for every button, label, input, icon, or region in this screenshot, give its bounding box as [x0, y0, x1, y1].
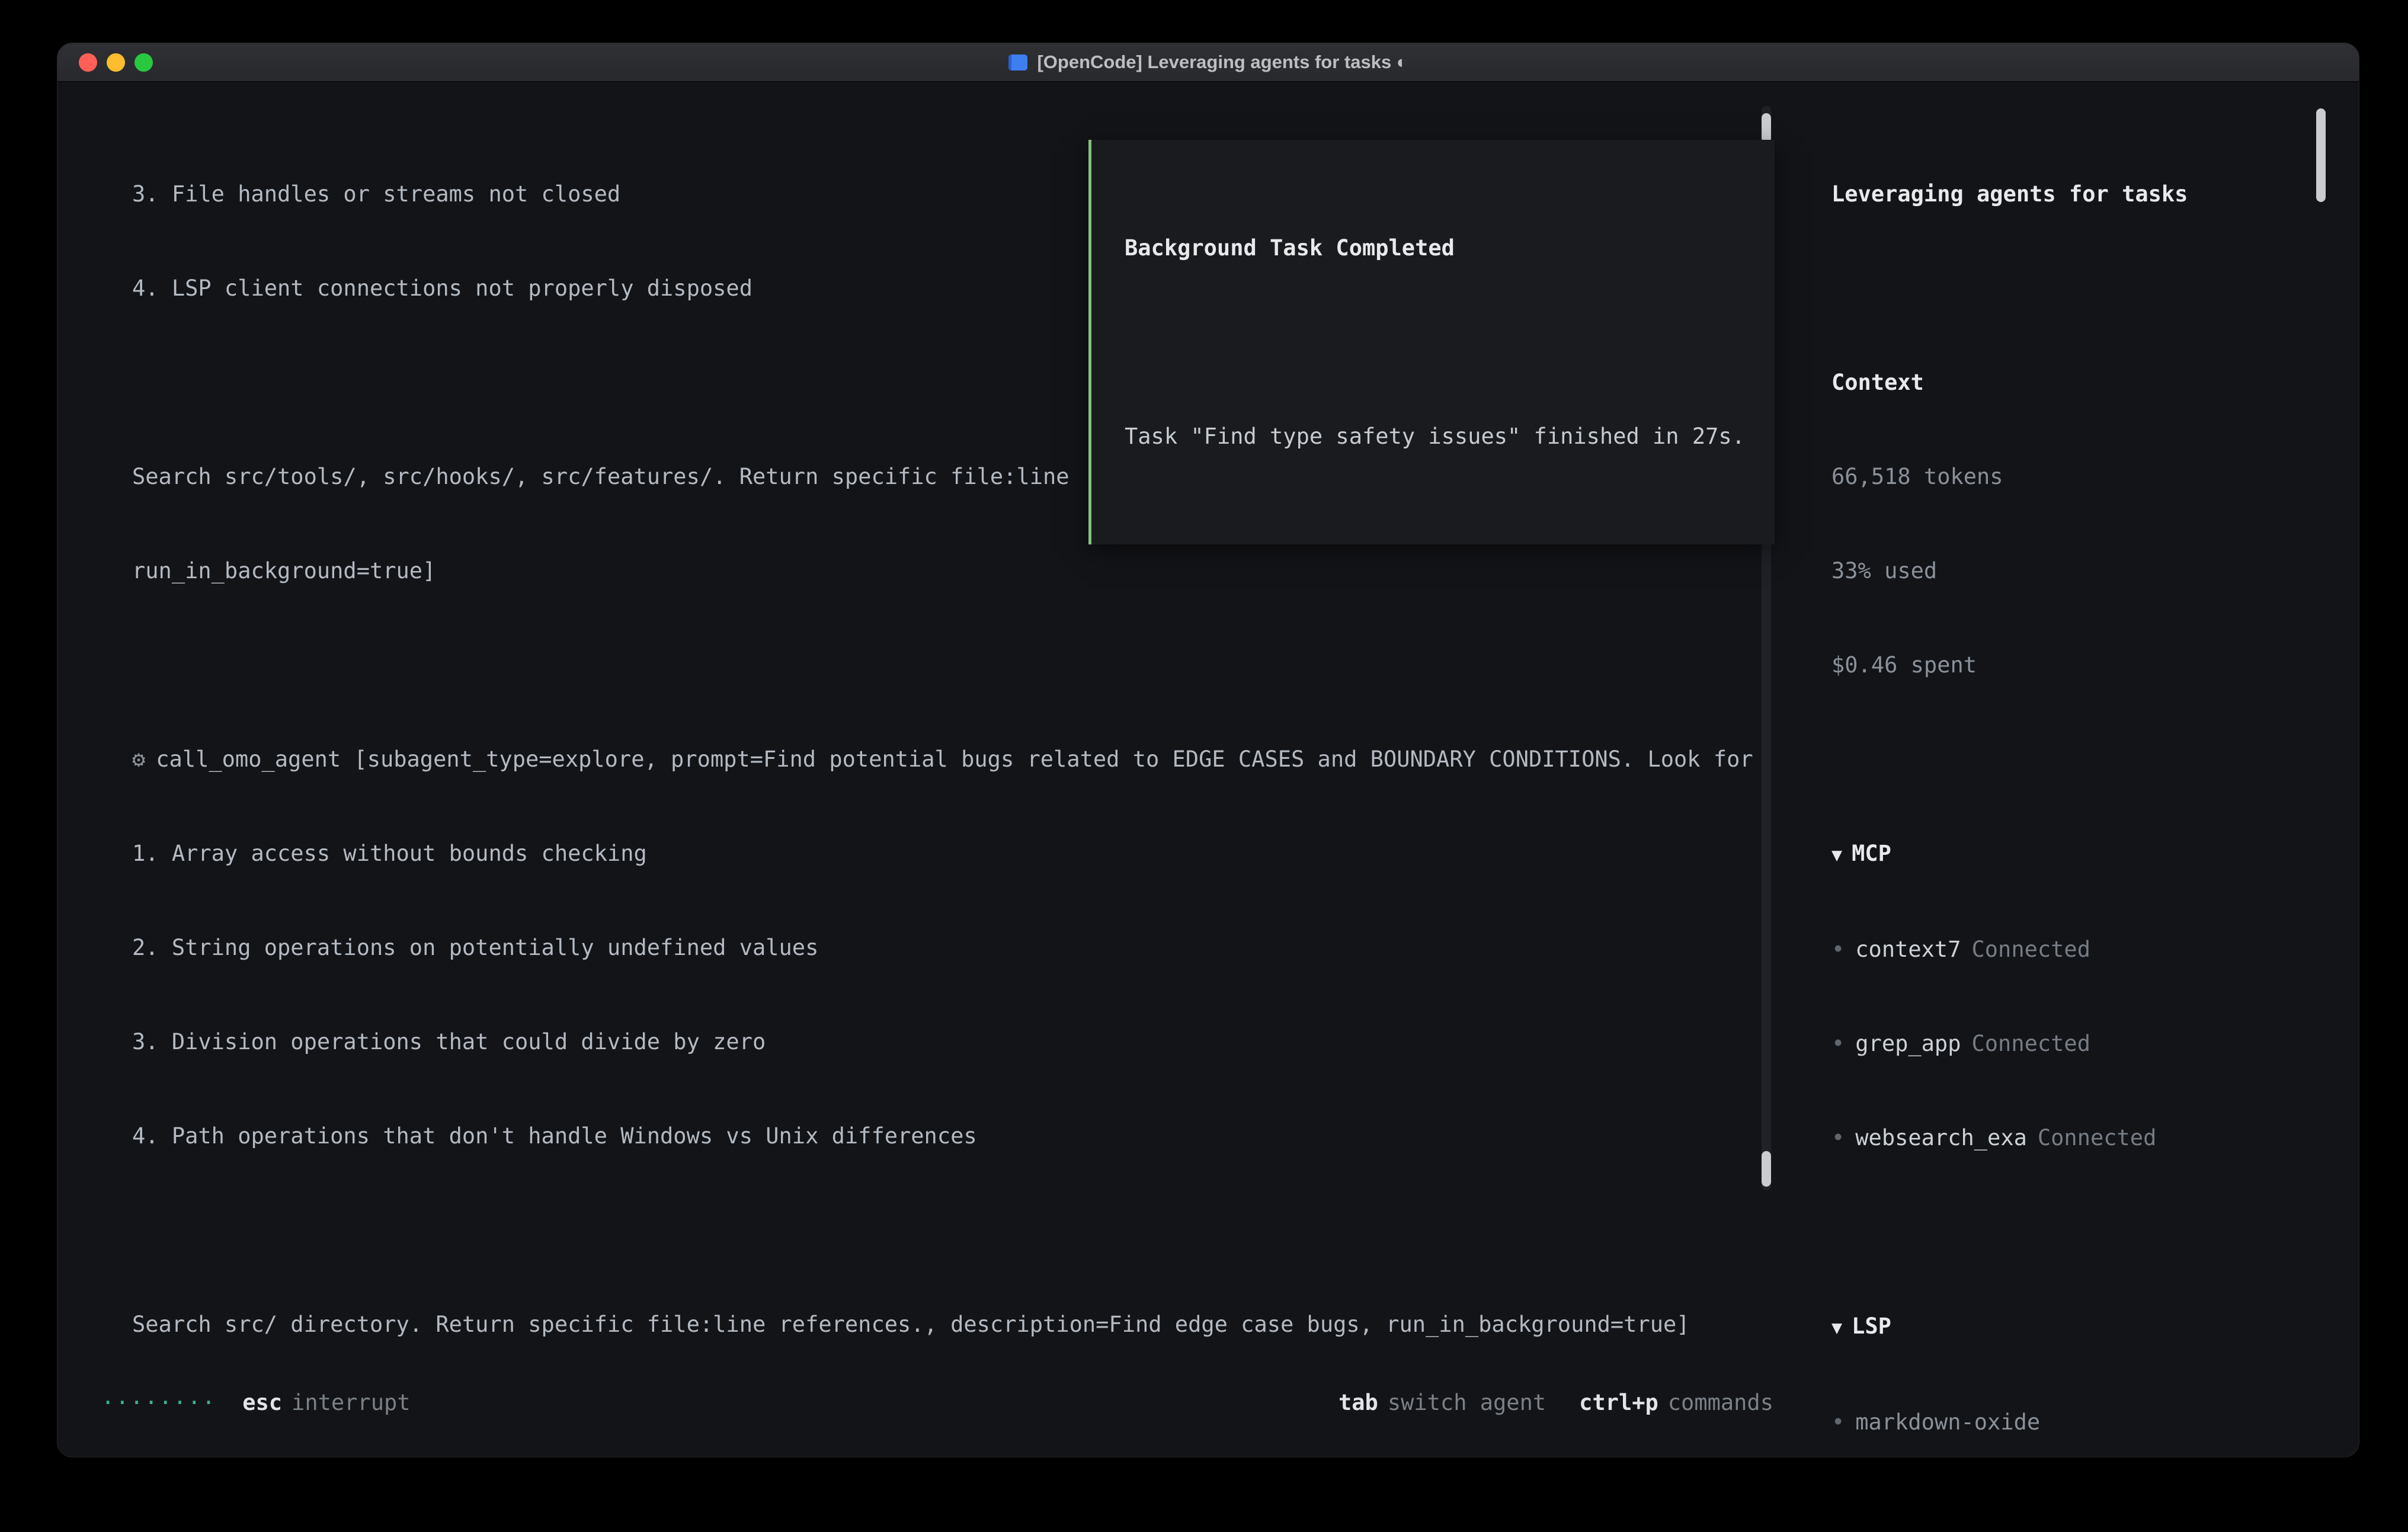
context-spent: $0.46 spent: [1831, 649, 2359, 681]
bullet-icon: •: [1831, 1125, 1845, 1150]
zoom-button[interactable]: [135, 53, 153, 72]
window-title: [OpenCode] Leveraging agents for tasks ◐: [57, 43, 2359, 81]
terminal-line: 2. String operations on potentially unde…: [101, 932, 1749, 963]
commands-label: commands: [1668, 1390, 1773, 1415]
collapse-arrow-icon: ▼: [1831, 1318, 1842, 1338]
collapse-arrow-icon: ▼: [1831, 845, 1842, 866]
esc-hint: esc interrupt: [242, 1390, 410, 1415]
lsp-item: • markdown-oxide: [1831, 1406, 2359, 1438]
notification-toast[interactable]: Background Task Completed Task "Find typ…: [1088, 140, 1775, 544]
ctrl-p-key: ctrl+p: [1579, 1390, 1658, 1415]
bullet-icon: •: [1831, 1409, 1845, 1435]
context-used: 33% used: [1831, 555, 2359, 586]
context-tokens: 66,518 tokens: [1831, 461, 2359, 492]
scrollbar-thumb[interactable]: [1762, 1151, 1771, 1187]
close-button[interactable]: [79, 53, 97, 72]
esc-key: esc: [242, 1390, 282, 1415]
scrollbar-thumb[interactable]: [1762, 113, 1771, 143]
mcp-section-header[interactable]: ▼ MCP: [1831, 838, 2359, 871]
traffic-lights: [79, 53, 153, 72]
scrollbar-thumb[interactable]: [2316, 108, 2326, 202]
lsp-section-header[interactable]: ▼ LSP: [1831, 1310, 2359, 1344]
mcp-item: • websearch_exa Connected: [1831, 1122, 2359, 1153]
minimize-button[interactable]: [107, 53, 125, 72]
mcp-name: context7: [1855, 937, 1961, 962]
mcp-name: grep_app: [1855, 1031, 1961, 1056]
sidebar: Leveraging agents for tasks Context 66,5…: [1807, 82, 2359, 1457]
mcp-status: Connected: [2038, 1125, 2156, 1150]
mcp-heading: MCP: [1852, 841, 1891, 866]
mcp-status: Connected: [1972, 1031, 2090, 1056]
mcp-status: Connected: [1972, 937, 2090, 962]
context-heading: Context: [1831, 367, 2359, 398]
tab-label: switch agent: [1388, 1390, 1546, 1415]
opencode-window: [OpenCode] Leveraging agents for tasks ◐…: [57, 43, 2359, 1457]
status-bar: ········ esc interrupt tab switch agent ctr…: [101, 1390, 1773, 1415]
terminal-line: 4. Path operations that don't handle Win…: [101, 1120, 1749, 1152]
mcp-item: • context7 Connected: [1831, 934, 2359, 965]
bullet-icon: •: [1831, 937, 1845, 962]
tab-key: tab: [1339, 1390, 1378, 1415]
terminal-main: 3. File handles or streams not closed 4.…: [57, 82, 1776, 1457]
tool-call-line: ⚙call_omo_agent [subagent_type=explore, …: [101, 743, 1749, 775]
lsp-heading: LSP: [1852, 1313, 1891, 1339]
spinner-dots: ········: [101, 1390, 216, 1415]
commands-hint: ctrl+p commands: [1579, 1390, 1773, 1415]
notebook-icon: [1008, 55, 1027, 70]
sidebar-title: Leveraging agents for tasks: [1831, 178, 2359, 210]
status-right: tab switch agent ctrl+p commands: [1339, 1390, 1773, 1415]
terminal-line: run_in_background=true]: [101, 555, 1749, 586]
terminal-line: 3. Division operations that could divide…: [101, 1026, 1749, 1057]
sidebar-scrollbar[interactable]: [2316, 108, 2326, 1198]
notification-body: Task "Find type safety issues" finished …: [1125, 421, 1757, 452]
tool-call-command: call_omo_agent [subagent_type=explore, p…: [156, 746, 1753, 772]
mcp-name: websearch_exa: [1855, 1125, 2027, 1150]
notification-title: Background Task Completed: [1125, 232, 1757, 264]
esc-label: interrupt: [292, 1390, 410, 1415]
gear-icon: ⚙: [132, 746, 145, 772]
bullet-icon: •: [1831, 1031, 1845, 1056]
window-title-text: [OpenCode] Leveraging agents for tasks ◐: [1037, 52, 1407, 73]
tab-hint: tab switch agent: [1339, 1390, 1546, 1415]
terminal-line: Search src/ directory. Return specific f…: [101, 1309, 1749, 1340]
titlebar[interactable]: [OpenCode] Leveraging agents for tasks ◐: [57, 43, 2359, 82]
lsp-name: markdown-oxide: [1855, 1409, 2040, 1435]
mcp-item: • grep_app Connected: [1831, 1028, 2359, 1059]
terminal-line: 1. Array access without bounds checking: [101, 838, 1749, 869]
